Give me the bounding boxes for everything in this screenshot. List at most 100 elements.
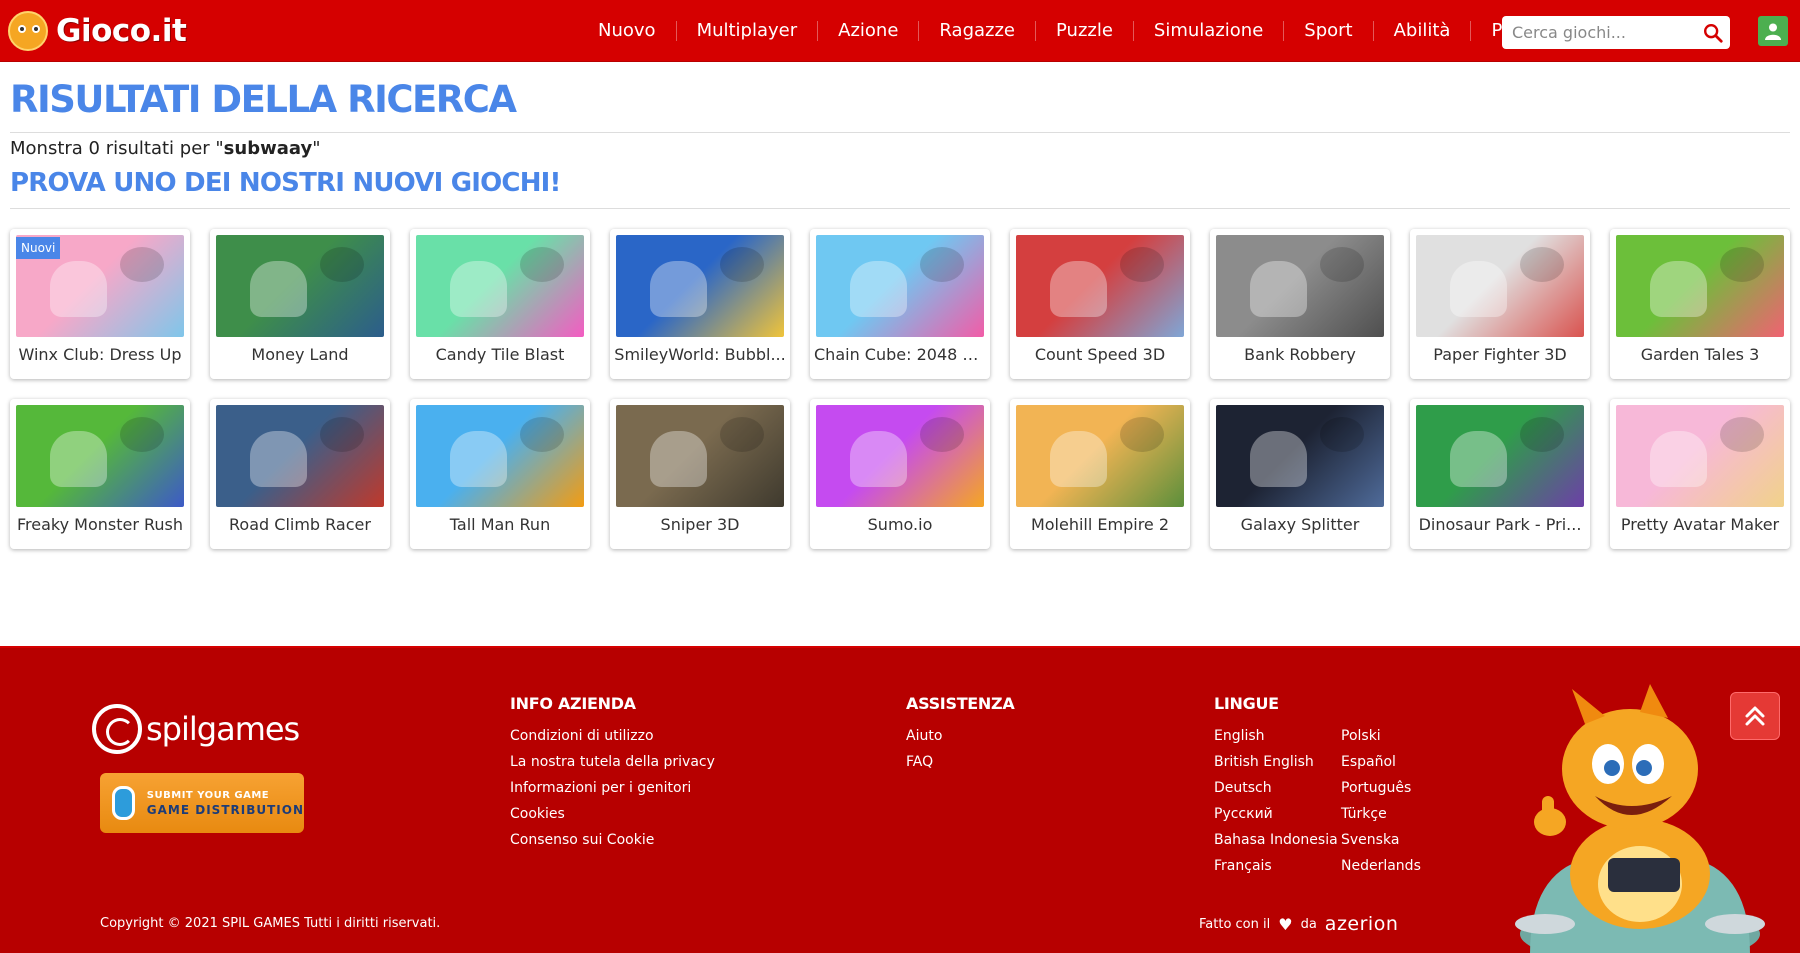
footer-link-terms[interactable]: Condizioni di utilizzo (510, 723, 715, 749)
game-card-dinosaur-park[interactable]: Dinosaur Park - Pri... (1410, 399, 1590, 549)
game-thumbnail (1016, 405, 1184, 507)
game-card-sumo-io[interactable]: Sumo.io (810, 399, 990, 549)
game-title: Tall Man Run (449, 515, 551, 534)
game-card-candy-tile-blast[interactable]: Candy Tile Blast (410, 229, 590, 379)
language-link-portugues[interactable]: Português (1341, 775, 1441, 801)
language-link-bahasa-indonesia[interactable]: Bahasa Indonesia (1214, 827, 1341, 853)
game-distribution-text: SUBMIT YOUR GAME GAME DISTRIBUTION (147, 788, 304, 818)
game-thumbnail (1416, 235, 1584, 337)
game-thumbnail (1416, 405, 1584, 507)
game-card-chain-cube[interactable]: Chain Cube: 2048 M... (810, 229, 990, 379)
game-thumbnail (1216, 235, 1384, 337)
spilgames-wordmark: spilgames (146, 710, 300, 748)
game-thumbnail (216, 235, 384, 337)
game-title: SmileyWorld: Bubbl... (614, 345, 786, 364)
spilgames-logo[interactable]: spilgames (92, 704, 300, 754)
nav-item-simulazione[interactable]: Simulazione (1132, 21, 1283, 41)
language-link-english[interactable]: English (1214, 723, 1341, 749)
results-count-text: Monstra 0 risultati per "subwaay" (10, 138, 320, 159)
nav-item-multiplayer[interactable]: Multiplayer (675, 21, 818, 41)
top-navigation-bar: Gioco.it Nuovo Multiplayer Azione Ragazz… (0, 0, 1800, 62)
game-thumbnail (816, 405, 984, 507)
game-title: Sumo.io (867, 515, 933, 534)
language-link-british-english[interactable]: British English (1214, 749, 1341, 775)
game-card-sniper-3d[interactable]: Sniper 3D (610, 399, 790, 549)
nav-item-puzzle[interactable]: Puzzle (1035, 21, 1133, 41)
game-title: Molehill Empire 2 (1030, 515, 1170, 534)
game-card-garden-tales-3[interactable]: Garden Tales 3 (1610, 229, 1790, 379)
language-link-deutsch[interactable]: Deutsch (1214, 775, 1341, 801)
heart-icon: ♥ (1278, 914, 1293, 934)
logo-text: Gioco.it (56, 13, 187, 49)
language-link-svenska[interactable]: Svenska (1341, 827, 1441, 853)
footer-link-faq[interactable]: FAQ (906, 749, 1014, 775)
game-card-paper-fighter-3d[interactable]: Paper Fighter 3D (1410, 229, 1590, 379)
game-card-tall-man-run[interactable]: Tall Man Run (410, 399, 590, 549)
company-info-column: INFO AZIENDA Condizioni di utilizzo La n… (510, 694, 715, 853)
divider (10, 208, 1790, 209)
language-link-russian[interactable]: Русский (1214, 801, 1341, 827)
game-card-smileyworld[interactable]: SmileyWorld: Bubbl... (610, 229, 790, 379)
game-title: Garden Tales 3 (1640, 345, 1760, 364)
search-input[interactable] (1502, 16, 1697, 49)
language-link-polski[interactable]: Polski (1341, 723, 1441, 749)
footer-link-parents[interactable]: Informazioni per i genitori (510, 775, 715, 801)
game-thumbnail (216, 405, 384, 507)
footer-link-cookies[interactable]: Cookies (510, 801, 715, 827)
nav-item-abilita[interactable]: Abilità (1372, 21, 1471, 41)
game-thumbnail (1216, 405, 1384, 507)
company-info-heading: INFO AZIENDA (510, 694, 636, 713)
site-logo[interactable]: Gioco.it (8, 9, 187, 53)
game-title: Dinosaur Park - Pri... (1418, 515, 1582, 534)
game-title: Paper Fighter 3D (1433, 345, 1567, 364)
page-title: RISULTATI DELLA RICERCA (10, 78, 517, 121)
footer-link-help[interactable]: Aiuto (906, 723, 1014, 749)
gamepad-icon (112, 786, 135, 820)
search-box (1502, 16, 1730, 49)
divider (10, 132, 1790, 133)
game-card-count-speed-3d[interactable]: Count Speed 3D (1010, 229, 1190, 379)
game-card-galaxy-splitter[interactable]: Galaxy Splitter (1210, 399, 1390, 549)
nav-item-sport[interactable]: Sport (1283, 21, 1372, 41)
language-link-francais[interactable]: Français (1214, 853, 1341, 879)
game-card-winx-club[interactable]: Nuovi Winx Club: Dress Up (10, 229, 190, 379)
game-title: Galaxy Splitter (1240, 515, 1360, 534)
azerion-logo[interactable]: azerion (1325, 913, 1399, 935)
logo-mascot-icon (8, 11, 48, 51)
game-title: Bank Robbery (1244, 345, 1356, 364)
footer-link-privacy[interactable]: La nostra tutela della privacy (510, 749, 715, 775)
back-to-top-button[interactable] (1730, 692, 1780, 740)
game-thumbnail (816, 235, 984, 337)
game-thumbnail (416, 405, 584, 507)
game-distribution-badge[interactable]: SUBMIT YOUR GAME GAME DISTRIBUTION (100, 773, 304, 833)
user-account-button[interactable] (1758, 16, 1788, 46)
languages-column: LINGUE English Polski British English Es… (1214, 694, 1441, 879)
search-icon[interactable] (1702, 22, 1724, 44)
support-heading: ASSISTENZA (906, 694, 1015, 713)
game-title: Pretty Avatar Maker (1620, 515, 1780, 534)
footer-link-cookie-consent[interactable]: Consenso sui Cookie (510, 827, 715, 853)
search-query: subwaay (223, 138, 313, 159)
language-link-nederlands[interactable]: Nederlands (1341, 853, 1441, 879)
game-card-money-land[interactable]: Money Land (210, 229, 390, 379)
user-icon (1765, 23, 1781, 40)
game-thumbnail (16, 405, 184, 507)
game-title: Freaky Monster Rush (16, 515, 184, 534)
support-column: ASSISTENZA Aiuto FAQ (906, 694, 1015, 775)
game-card-road-climb-racer[interactable]: Road Climb Racer (210, 399, 390, 549)
game-card-freaky-monster-rush[interactable]: Freaky Monster Rush (10, 399, 190, 549)
language-list: English Polski British English Español D… (1214, 723, 1441, 879)
languages-heading: LINGUE (1214, 694, 1279, 713)
language-link-espanol[interactable]: Español (1341, 749, 1441, 775)
main-nav: Nuovo Multiplayer Azione Ragazze Puzzle … (578, 0, 1564, 62)
game-card-molehill-empire-2[interactable]: Molehill Empire 2 (1010, 399, 1190, 549)
nav-item-nuovo[interactable]: Nuovo (578, 21, 676, 41)
game-title: Chain Cube: 2048 M... (814, 345, 986, 364)
language-link-turkce[interactable]: Türkçe (1341, 801, 1441, 827)
game-card-pretty-avatar-maker[interactable]: Pretty Avatar Maker (1610, 399, 1790, 549)
nav-item-ragazze[interactable]: Ragazze (918, 21, 1035, 41)
game-card-bank-robbery[interactable]: Bank Robbery (1210, 229, 1390, 379)
nav-item-azione[interactable]: Azione (817, 21, 918, 41)
game-thumbnail (1016, 235, 1184, 337)
results-prefix: Monstra 0 risultati per " (10, 138, 224, 159)
